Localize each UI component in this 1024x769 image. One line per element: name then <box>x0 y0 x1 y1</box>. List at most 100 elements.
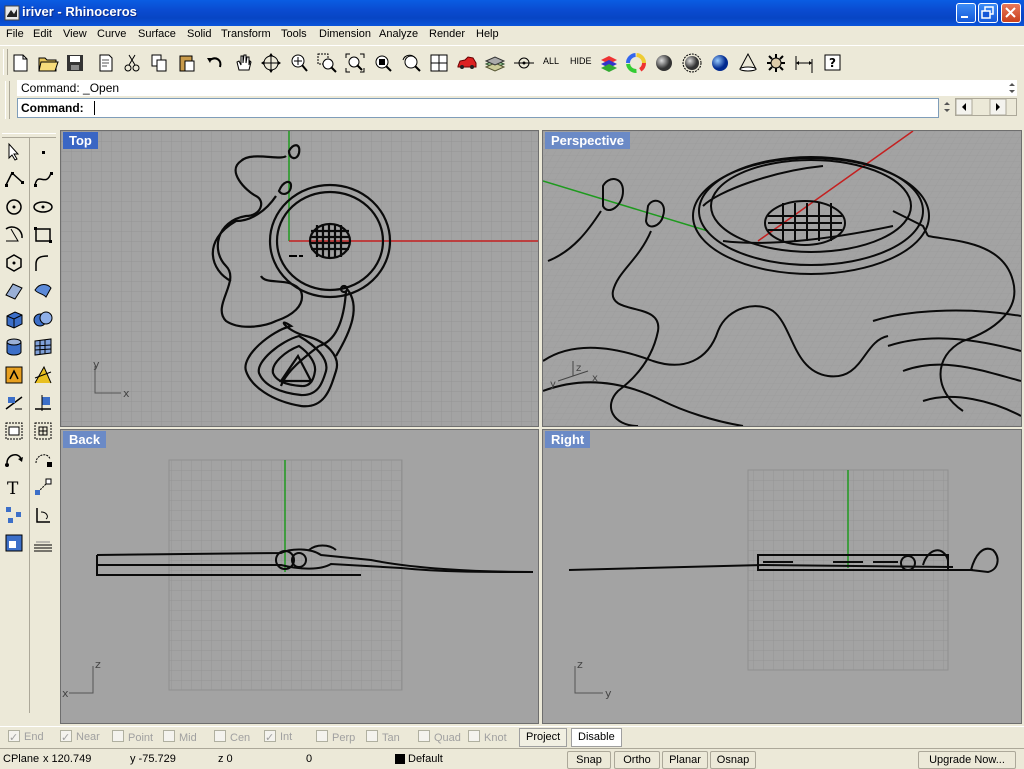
upgrade-button[interactable]: Upgrade Now... <box>918 751 1016 769</box>
viewport-top-canvas[interactable]: y x <box>61 131 538 426</box>
menu-render[interactable]: Render <box>429 28 465 40</box>
menu-edit[interactable]: Edit <box>33 28 52 40</box>
osnap-checkbox[interactable] <box>418 730 430 742</box>
osnap-near[interactable]: ✓ Near <box>60 730 100 744</box>
disable-button[interactable]: Disable <box>571 728 622 747</box>
osnap-checkbox[interactable]: ✓ <box>8 730 20 744</box>
zoom-dynamic-icon[interactable] <box>288 52 310 74</box>
print-icon[interactable] <box>94 52 116 74</box>
trim-icon[interactable] <box>3 392 25 414</box>
viewport-top[interactable]: y x Top <box>60 130 539 427</box>
menu-analyze[interactable]: Analyze <box>379 28 418 40</box>
osnap-perp[interactable]: Perp <box>316 730 355 744</box>
rectangle-icon[interactable] <box>32 224 54 246</box>
polygon-icon[interactable] <box>3 252 25 274</box>
viewport-title-back[interactable]: Back <box>63 431 107 448</box>
osnap-quad[interactable]: Quad <box>418 730 461 744</box>
surface-icon[interactable] <box>32 280 54 302</box>
osnap-checkbox[interactable] <box>468 730 480 742</box>
osnap-checkbox[interactable] <box>316 730 328 742</box>
osnap-checkbox[interactable] <box>214 730 226 742</box>
gray-sphere-icon[interactable] <box>653 52 675 74</box>
osnap-mid[interactable]: Mid <box>163 730 197 744</box>
menu-help[interactable]: Help <box>476 28 499 40</box>
select-arrow-icon[interactable] <box>3 141 25 163</box>
osnap-toggle[interactable]: Osnap <box>710 751 756 769</box>
osnap-checkbox[interactable]: ✓ <box>264 730 276 744</box>
command-line-field[interactable]: Command: <box>17 98 939 118</box>
rendered-sphere-icon[interactable] <box>681 52 703 74</box>
osnap-point[interactable]: Point <box>112 730 153 744</box>
minimize-button[interactable] <box>956 3 976 23</box>
ground-plane-icon[interactable] <box>32 532 54 554</box>
viewport-title-perspective[interactable]: Perspective <box>545 132 630 149</box>
rotate-icon[interactable] <box>3 448 25 470</box>
toolbar-grip[interactable] <box>3 49 8 75</box>
osnap-checkbox[interactable] <box>366 730 378 742</box>
pan-icon[interactable] <box>232 52 254 74</box>
viewport-back[interactable]: z x Back <box>60 429 539 724</box>
menu-file[interactable]: File <box>6 28 24 40</box>
project-button[interactable]: Project <box>519 728 568 747</box>
menu-surface[interactable]: Surface <box>138 28 176 40</box>
menu-view[interactable]: View <box>63 28 87 40</box>
point-icon[interactable] <box>32 141 54 163</box>
osnap-checkbox[interactable]: ✓ <box>60 730 72 744</box>
text-icon[interactable]: T <box>3 476 25 498</box>
layer-color-swatch[interactable] <box>395 754 405 764</box>
mesh-icon[interactable] <box>32 336 54 358</box>
command-history[interactable]: Command: _Open <box>17 80 1017 96</box>
blue-sphere-icon[interactable] <box>709 52 731 74</box>
save-icon[interactable] <box>64 52 86 74</box>
scale-icon[interactable] <box>32 448 54 470</box>
arc-icon[interactable] <box>3 224 25 246</box>
sphere-boolean-icon[interactable] <box>32 308 54 330</box>
dimension-icon[interactable] <box>793 52 815 74</box>
menu-dimension[interactable]: Dimension <box>319 28 371 40</box>
osnap-int[interactable]: ✓ Int <box>264 730 292 744</box>
ortho-toggle[interactable]: Ortho <box>614 751 660 769</box>
array-icon[interactable] <box>32 420 54 442</box>
osnap-checkbox[interactable] <box>112 730 124 742</box>
cone-light-icon[interactable] <box>737 52 759 74</box>
cylinder-icon[interactable] <box>3 336 25 358</box>
command-spinner[interactable] <box>940 98 954 116</box>
layers-icon[interactable] <box>484 52 506 74</box>
menu-curve[interactable]: Curve <box>97 28 126 40</box>
new-file-icon[interactable] <box>9 52 31 74</box>
undo-view-icon[interactable] <box>400 52 422 74</box>
circle-icon[interactable] <box>3 196 25 218</box>
menu-transform[interactable]: Transform <box>221 28 271 40</box>
car-icon[interactable] <box>456 52 478 74</box>
zoom-extents-icon[interactable] <box>344 52 366 74</box>
history-scrollbar[interactable] <box>1006 80 1018 96</box>
planar-toggle[interactable]: Planar <box>662 751 708 769</box>
split-icon[interactable] <box>32 392 54 414</box>
color-wheel-icon[interactable] <box>625 52 647 74</box>
render-icon[interactable] <box>3 532 25 554</box>
fillet-curve-icon[interactable] <box>32 252 54 274</box>
paste-icon[interactable] <box>176 52 198 74</box>
layer-stack-icon[interactable] <box>598 52 620 74</box>
show-all-button[interactable]: ALL <box>543 56 559 66</box>
rotate-view-icon[interactable] <box>260 52 282 74</box>
zoom-window-icon[interactable] <box>316 52 338 74</box>
title-bar[interactable]: iriver - Rhinoceros <box>0 0 1024 26</box>
viewport-title-right[interactable]: Right <box>545 431 591 448</box>
points-icon[interactable] <box>3 504 25 526</box>
four-viewports-icon[interactable] <box>428 52 450 74</box>
osnap-cen[interactable]: Cen <box>214 730 250 744</box>
current-layer[interactable]: Default <box>408 753 443 765</box>
osnap-checkbox[interactable] <box>163 730 175 742</box>
snap-icon[interactable] <box>513 52 535 74</box>
close-button[interactable] <box>1001 3 1021 23</box>
box-orange-icon[interactable] <box>3 364 25 386</box>
ellipse-icon[interactable] <box>32 196 54 218</box>
viewport-title-top[interactable]: Top <box>63 132 98 149</box>
osnap-end[interactable]: ✓ End <box>8 730 44 744</box>
viewport-perspective-canvas[interactable]: z x y <box>543 131 1021 426</box>
surface-point-icon[interactable] <box>3 280 25 302</box>
osnap-tan[interactable]: Tan <box>366 730 400 744</box>
menu-solid[interactable]: Solid <box>187 28 211 40</box>
copy-icon[interactable] <box>148 52 170 74</box>
